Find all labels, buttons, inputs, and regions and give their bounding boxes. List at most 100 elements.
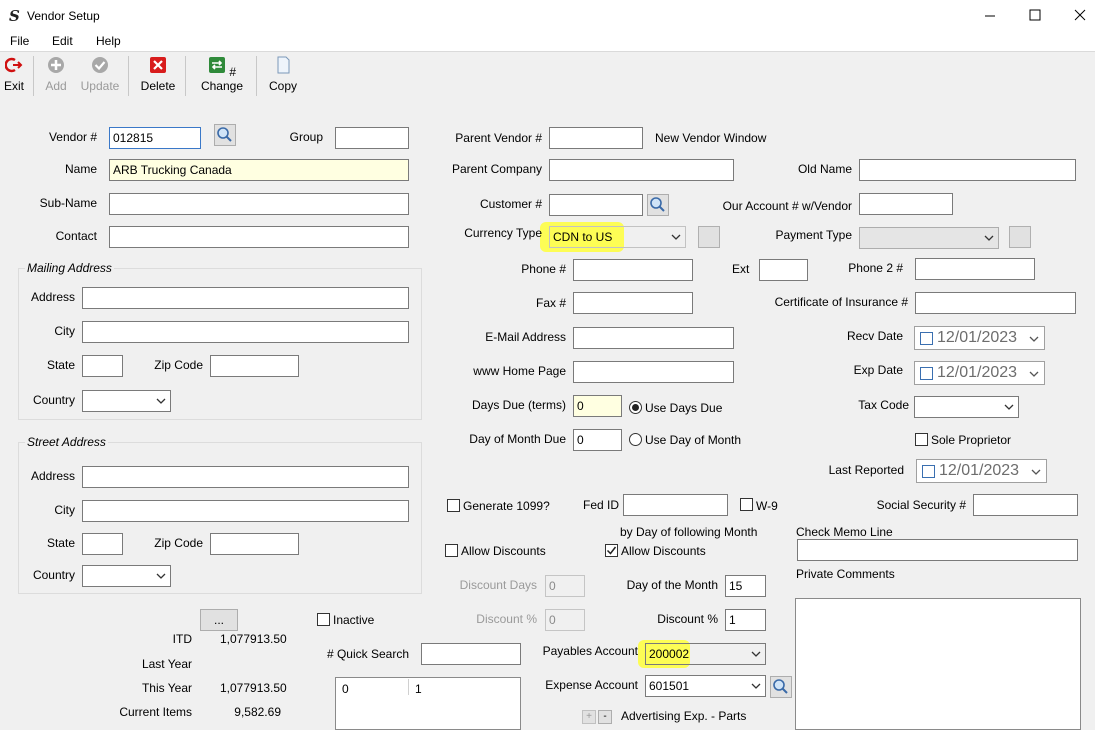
- collapse-button[interactable]: -: [598, 710, 612, 724]
- old-name-input[interactable]: [859, 159, 1076, 181]
- delete-button[interactable]: Delete: [140, 56, 176, 93]
- update-button[interactable]: Update: [80, 56, 120, 93]
- allow-discounts-month-checkbox[interactable]: [605, 544, 618, 557]
- fed-id-input[interactable]: [623, 494, 728, 516]
- discount-percent-2-input[interactable]: 1: [725, 609, 766, 631]
- day-of-month-due-label: Day of Month Due: [469, 432, 566, 446]
- maximize-icon[interactable]: [1029, 9, 1041, 21]
- discount-percent-input[interactable]: 0: [545, 609, 585, 631]
- street-address-label: Address: [30, 469, 75, 483]
- street-country-select[interactable]: [82, 565, 171, 587]
- payables-account-select[interactable]: 200002: [645, 643, 766, 665]
- day-of-month-due-input[interactable]: 0: [573, 429, 622, 451]
- discount-days-input[interactable]: 0: [545, 575, 585, 597]
- use-days-due-radio[interactable]: [629, 401, 642, 414]
- private-comments-textarea[interactable]: [795, 598, 1081, 730]
- change-number-button[interactable]: # Change: [195, 56, 249, 93]
- quick-list-col-1: 0: [342, 682, 349, 696]
- check-memo-input[interactable]: [797, 539, 1078, 561]
- allow-discounts-checkbox[interactable]: [445, 544, 458, 557]
- new-vendor-window-link[interactable]: New Vendor Window: [655, 131, 766, 145]
- vendor-search-button[interactable]: [214, 124, 236, 146]
- use-day-of-month-radio[interactable]: [629, 433, 642, 446]
- inactive-checkbox[interactable]: [317, 613, 330, 626]
- private-comments-label: Private Comments: [796, 567, 895, 581]
- street-state-input[interactable]: [82, 533, 123, 555]
- mailing-country-select[interactable]: [82, 390, 171, 412]
- email-input[interactable]: [573, 327, 734, 349]
- phone-input[interactable]: [573, 259, 693, 281]
- add-button[interactable]: Add: [42, 56, 70, 93]
- currency-type-button[interactable]: [698, 226, 720, 248]
- menu-edit[interactable]: Edit: [52, 34, 73, 48]
- payment-type-select[interactable]: [859, 227, 999, 249]
- social-security-input[interactable]: [973, 494, 1078, 516]
- quick-search-input[interactable]: [421, 643, 521, 665]
- our-account-input[interactable]: [859, 193, 953, 215]
- parent-company-input[interactable]: [549, 159, 734, 181]
- itd-label: ITD: [172, 632, 192, 646]
- exp-date-checkbox[interactable]: [920, 367, 933, 380]
- last-reported-picker[interactable]: 12/01/2023: [916, 459, 1047, 483]
- expense-account-search-button[interactable]: [770, 676, 792, 698]
- w9-checkbox[interactable]: [740, 498, 753, 511]
- minimize-icon[interactable]: [984, 10, 996, 22]
- expand-button[interactable]: +: [582, 710, 596, 724]
- parent-vendor-input[interactable]: [549, 127, 643, 149]
- vendor-number-label: Vendor #: [48, 130, 97, 144]
- fax-input[interactable]: [573, 292, 693, 314]
- recv-date-checkbox[interactable]: [920, 332, 933, 345]
- menu-help[interactable]: Help: [96, 34, 121, 48]
- exp-date-picker[interactable]: 12/01/2023: [914, 361, 1045, 385]
- customer-number-input[interactable]: [549, 194, 643, 216]
- close-icon[interactable]: [1074, 9, 1086, 21]
- use-days-due-label: Use Days Due: [645, 401, 723, 415]
- certificate-insurance-input[interactable]: [915, 292, 1076, 314]
- days-due-label: Days Due (terms): [471, 398, 566, 412]
- sub-name-input[interactable]: [109, 193, 409, 215]
- group-input[interactable]: [335, 127, 409, 149]
- exit-button[interactable]: Exit: [3, 56, 25, 93]
- contact-input[interactable]: [109, 226, 409, 248]
- customer-number-label: Customer #: [479, 197, 542, 211]
- copy-button[interactable]: Copy: [267, 56, 299, 93]
- old-name-label: Old Name: [797, 162, 852, 176]
- currency-type-select[interactable]: CDN to US: [549, 226, 686, 248]
- mailing-state-input[interactable]: [82, 355, 123, 377]
- checkmark-icon: [606, 546, 617, 555]
- www-home-page-input[interactable]: [573, 361, 734, 383]
- phone2-input[interactable]: [915, 258, 1035, 280]
- menu-file[interactable]: File: [10, 34, 29, 48]
- copy-label: Copy: [268, 79, 297, 93]
- title-bar: S Vendor Setup: [0, 0, 1095, 32]
- days-due-input[interactable]: 0: [573, 395, 622, 417]
- name-label: Name: [64, 162, 97, 176]
- payment-type-button[interactable]: [1009, 226, 1031, 248]
- mailing-zip-input[interactable]: [210, 355, 299, 377]
- exp-date-value: 12/01/2023: [937, 364, 1018, 381]
- discount-percent-2-label: Discount %: [657, 612, 718, 626]
- quick-search-list[interactable]: 0 1: [335, 677, 521, 730]
- by-day-following-label: by Day of following Month: [620, 525, 758, 539]
- phone2-label: Phone 2 #: [848, 261, 903, 275]
- vendor-number-input[interactable]: 012815: [109, 127, 201, 149]
- sole-proprietor-checkbox[interactable]: [915, 433, 928, 446]
- mailing-city-input[interactable]: [82, 321, 409, 343]
- mailing-address-input[interactable]: [82, 287, 409, 309]
- more-button[interactable]: ...: [200, 609, 238, 631]
- street-address-input[interactable]: [82, 466, 409, 488]
- generate-1099-checkbox[interactable]: [447, 499, 460, 512]
- recv-date-picker[interactable]: 12/01/2023: [914, 326, 1045, 350]
- parent-company-label: Parent Company: [451, 162, 542, 176]
- tax-code-select[interactable]: [914, 396, 1019, 418]
- mailing-state-label: State: [46, 358, 75, 372]
- street-city-input[interactable]: [82, 500, 409, 522]
- customer-search-button[interactable]: [647, 194, 669, 216]
- expense-account-select[interactable]: 601501: [645, 675, 766, 697]
- day-of-the-month-input[interactable]: 15: [725, 575, 766, 597]
- sole-proprietor-label: Sole Proprietor: [931, 433, 1012, 447]
- itd-value: 1,077913.50: [220, 632, 287, 646]
- last-reported-checkbox[interactable]: [922, 465, 935, 478]
- street-zip-input[interactable]: [210, 533, 299, 555]
- name-input[interactable]: ARB Trucking Canada: [109, 159, 409, 181]
